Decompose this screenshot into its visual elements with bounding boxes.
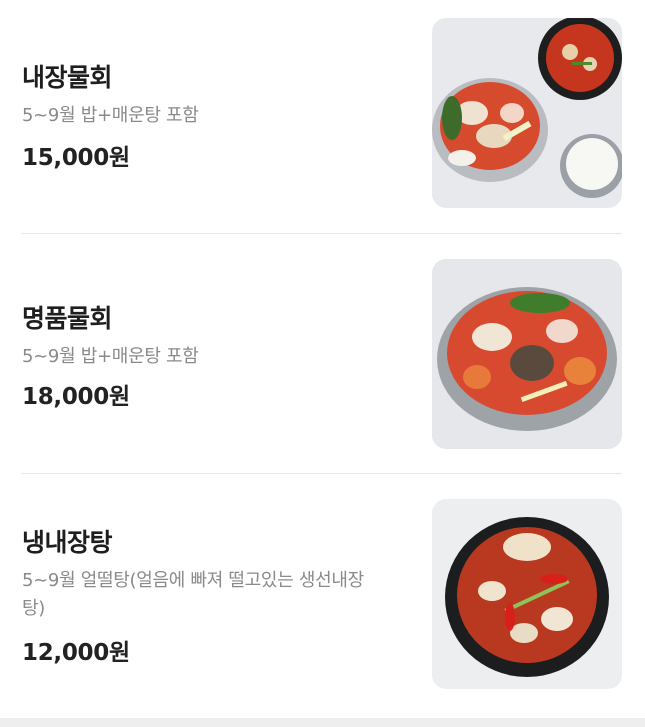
menu-item-photo[interactable] xyxy=(432,499,622,689)
menu-item-description: 5~9월 얼떨탕(얼음에 빠져 떨고있는 생선내장 탕) xyxy=(22,570,364,619)
menu-item[interactable]: 명품물회 5~9월 밥+매운탕 포함 18,000원 xyxy=(22,259,622,449)
divider xyxy=(22,233,622,234)
premium-mulhoe-image xyxy=(432,259,622,449)
mulhoe-bowl-image xyxy=(432,18,622,208)
menu-item-description: 5~9월 밥+매운탕 포함 xyxy=(22,105,199,126)
menu-item-name: 명품물회 xyxy=(22,304,113,333)
menu-item-photo[interactable] xyxy=(432,259,622,449)
menu-item[interactable]: 냉내장탕 5~9월 얼떨탕(얼음에 빠져 떨고있는 생선내장 탕) 12,000… xyxy=(22,499,622,689)
menu-item-price: 15,000원 xyxy=(22,145,130,171)
menu-item-description: 5~9월 밥+매운탕 포함 xyxy=(22,346,199,367)
naengnaejangtang-image xyxy=(432,499,622,689)
bottom-bar xyxy=(0,718,645,727)
menu-item-name: 냉내장탕 xyxy=(22,528,113,557)
menu-item-name: 내장물회 xyxy=(22,63,113,92)
divider xyxy=(22,473,622,474)
menu-item[interactable]: 내장물회 5~9월 밥+매운탕 포함 15,000원 xyxy=(22,18,622,210)
menu-item-photo[interactable] xyxy=(432,18,622,208)
menu-item-price: 12,000원 xyxy=(22,640,130,666)
menu-item-price: 18,000원 xyxy=(22,384,130,410)
